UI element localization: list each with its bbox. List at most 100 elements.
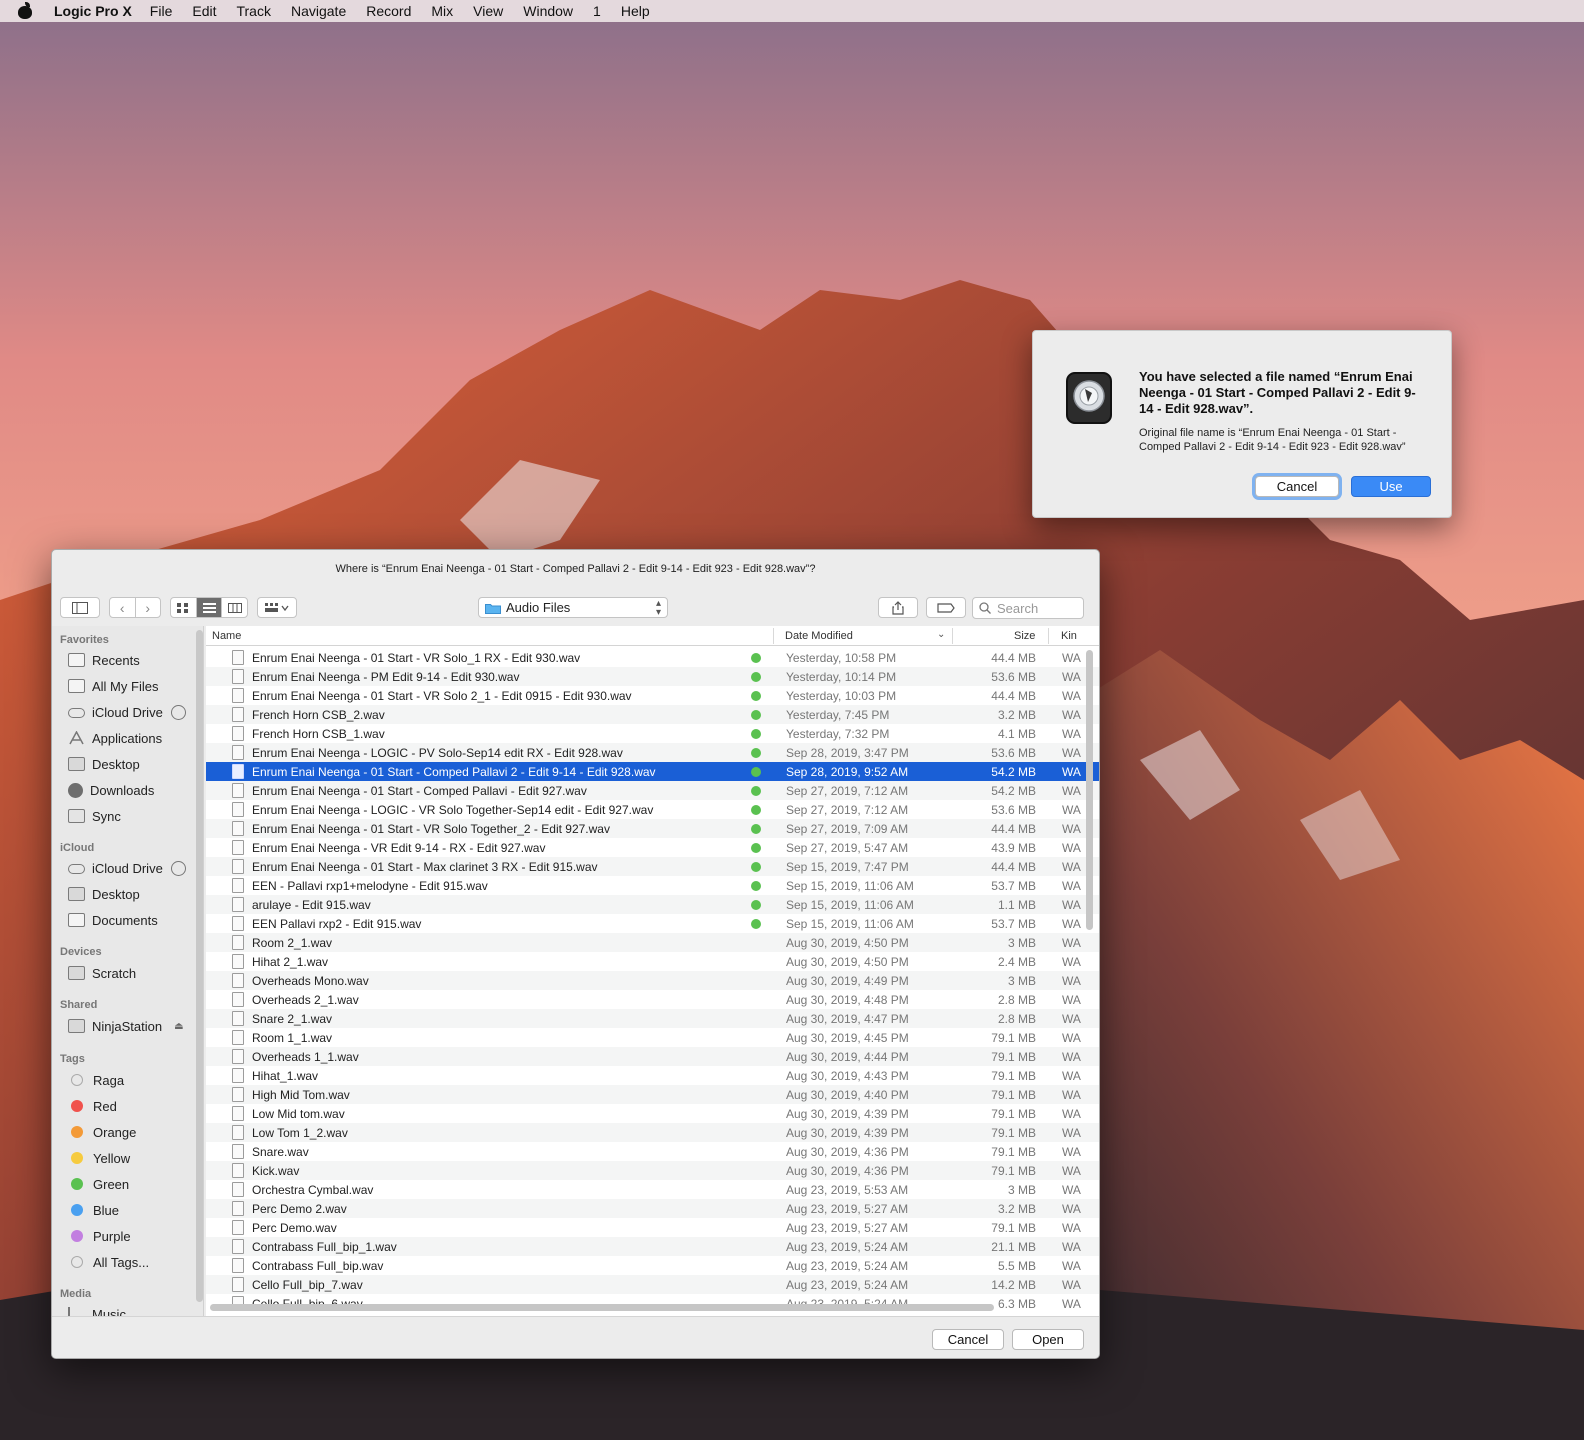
sidebar-tag-green[interactable]: Green: [68, 1174, 203, 1194]
table-row[interactable]: French Horn CSB_2.wav Yesterday, 7:45 PM 3…: [206, 705, 1099, 724]
column-view-button[interactable]: [222, 598, 247, 617]
sidebar-tag-red[interactable]: Red: [68, 1096, 203, 1116]
table-row[interactable]: Enrum Enai Neenga - 01 Start - VR Solo_1…: [206, 648, 1099, 667]
audio-file-icon: [232, 1277, 244, 1292]
sidebar-item-applications[interactable]: Applications: [68, 728, 203, 748]
column-divider[interactable]: [773, 628, 774, 644]
menu-1[interactable]: 1: [593, 3, 601, 19]
table-row[interactable]: Kick.wav Aug 30, 2019, 4:36 PM 79.1 MB WA: [206, 1161, 1099, 1180]
table-row[interactable]: Orchestra Cymbal.wav Aug 23, 2019, 5:53 A…: [206, 1180, 1099, 1199]
menu-track[interactable]: Track: [236, 3, 270, 19]
menu-window[interactable]: Window: [523, 3, 573, 19]
table-row[interactable]: Overheads 2_1.wav Aug 30, 2019, 4:48 PM 2.…: [206, 990, 1099, 1009]
table-row[interactable]: Enrum Enai Neenga - 01 Start - Comped Pa…: [206, 781, 1099, 800]
sidebar-item-icloud-desktop[interactable]: Desktop: [68, 884, 203, 904]
sidebar-item-downloads[interactable]: Downloads: [68, 780, 203, 800]
sidebar-tag-purple[interactable]: Purple: [68, 1226, 203, 1246]
sidebar-item-ninjastation[interactable]: NinjaStation ⏏: [68, 1016, 203, 1036]
back-button[interactable]: ‹: [110, 598, 136, 617]
icon-view-button[interactable]: [171, 598, 197, 617]
table-row[interactable]: Overheads 1_1.wav Aug 30, 2019, 4:44 PM 79…: [206, 1047, 1099, 1066]
table-row[interactable]: Low Mid tom.wav Aug 30, 2019, 4:39 PM 79.1…: [206, 1104, 1099, 1123]
column-header-date-modified[interactable]: Date Modified: [785, 630, 853, 642]
sidebar-item-sync[interactable]: Sync: [68, 806, 203, 826]
location-popup[interactable]: Audio Files ▴ ▾: [478, 597, 668, 618]
table-row[interactable]: Overheads Mono.wav Aug 30, 2019, 4:49 PM 3…: [206, 971, 1099, 990]
file-name: Room 2_1.wav: [252, 936, 333, 950]
column-divider[interactable]: [952, 628, 953, 644]
panel-open-button[interactable]: Open: [1012, 1329, 1084, 1350]
table-row[interactable]: Contrabass Full_bip_1.wav Aug 23, 2019, 5…: [206, 1237, 1099, 1256]
table-row[interactable]: Enrum Enai Neenga - 01 Start - VR Solo 2…: [206, 686, 1099, 705]
table-row-selected[interactable]: Enrum Enai Neenga - 01 Start - Comped Pa…: [206, 762, 1099, 781]
table-row[interactable]: High Mid Tom.wav Aug 30, 2019, 4:40 PM 79.…: [206, 1085, 1099, 1104]
sidebar-tag-all-tags[interactable]: All Tags...: [68, 1252, 203, 1272]
menu-help[interactable]: Help: [621, 3, 650, 19]
table-row[interactable]: Enrum Enai Neenga - PM Edit 9-14 - Edit …: [206, 667, 1099, 686]
sidebar-item-scratch[interactable]: Scratch: [68, 963, 203, 983]
menu-mix[interactable]: Mix: [431, 3, 453, 19]
menu-file[interactable]: File: [150, 3, 173, 19]
table-row[interactable]: Contrabass Full_bip.wav Aug 23, 2019, 5:2…: [206, 1256, 1099, 1275]
table-row[interactable]: Room 1_1.wav Aug 30, 2019, 4:45 PM 79.1 MB…: [206, 1028, 1099, 1047]
sidebar-tag-orange[interactable]: Orange: [68, 1122, 203, 1142]
sidebar-item-desktop[interactable]: Desktop: [68, 754, 203, 774]
sidebar-tag-yellow[interactable]: Yellow: [68, 1148, 203, 1168]
table-row[interactable]: Low Tom 1_2.wav Aug 30, 2019, 4:39 PM 79.1…: [206, 1123, 1099, 1142]
sidebar-item-music[interactable]: Music: [68, 1304, 203, 1316]
file-kind: WA: [1062, 803, 1081, 817]
tags-button[interactable]: [926, 597, 966, 618]
table-row[interactable]: Hihat_1.wav Aug 30, 2019, 4:43 PM 79.1 MB W…: [206, 1066, 1099, 1085]
share-button[interactable]: [878, 597, 918, 618]
arrange-button[interactable]: [257, 597, 297, 618]
alert-cancel-button[interactable]: Cancel: [1255, 476, 1339, 497]
table-row[interactable]: Enrum Enai Neenga - LOGIC - PV Solo-Sep1…: [206, 743, 1099, 762]
table-row[interactable]: Enrum Enai Neenga - 01 Start - VR Solo T…: [206, 819, 1099, 838]
table-row[interactable]: Snare.wav Aug 30, 2019, 4:36 PM 79.1 MB WA: [206, 1142, 1099, 1161]
sidebar-section-media: Media: [60, 1288, 92, 1300]
table-row[interactable]: Enrum Enai Neenga - 01 Start - Max clari…: [206, 857, 1099, 876]
audio-file-icon: [232, 688, 244, 703]
eject-icon[interactable]: ⏏: [174, 1021, 183, 1032]
table-row[interactable]: Cello Full_bip_7.wav Aug 23, 2019, 5:24 A…: [206, 1275, 1099, 1294]
menu-app-name[interactable]: Logic Pro X: [54, 3, 132, 19]
column-header-size[interactable]: Size: [1014, 630, 1035, 642]
menu-navigate[interactable]: Navigate: [291, 3, 346, 19]
table-row[interactable]: Enrum Enai Neenga - LOGIC - VR Solo Toge…: [206, 800, 1099, 819]
menu-record[interactable]: Record: [366, 3, 411, 19]
table-row[interactable]: EEN - Pallavi rxp1+melodyne - Edit 915.w…: [206, 876, 1099, 895]
audio-file-icon: [232, 764, 244, 779]
table-row[interactable]: arulaye - Edit 915.wav Sep 15, 2019, 11:0…: [206, 895, 1099, 914]
table-row[interactable]: Perc Demo 2.wav Aug 23, 2019, 5:27 AM 3.2 …: [206, 1199, 1099, 1218]
panel-cancel-button[interactable]: Cancel: [932, 1329, 1004, 1350]
list-view-button[interactable]: [196, 598, 223, 617]
table-row[interactable]: EEN Pallavi rxp2 - Edit 915.wav Sep 15, 2…: [206, 914, 1099, 933]
file-kind: WA: [1062, 765, 1081, 779]
table-row[interactable]: French Horn CSB_1.wav Yesterday, 7:32 PM 4…: [206, 724, 1099, 743]
table-row[interactable]: Room 2_1.wav Aug 30, 2019, 4:50 PM 3 MB WA: [206, 933, 1099, 952]
sidebar-item-all-my-files[interactable]: All My Files: [68, 676, 203, 696]
column-header-name[interactable]: Name: [212, 630, 241, 642]
sidebar-item-icloud-drive[interactable]: iCloud Drive: [68, 702, 203, 722]
vertical-scrollbar[interactable]: [1086, 650, 1093, 930]
sidebar-item-recents[interactable]: Recents: [68, 650, 203, 670]
sidebar-item-documents[interactable]: Documents: [68, 910, 203, 930]
table-row[interactable]: Perc Demo.wav Aug 23, 2019, 5:27 AM 79.1 M…: [206, 1218, 1099, 1237]
table-row[interactable]: Snare 2_1.wav Aug 30, 2019, 4:47 PM 2.8 MB…: [206, 1009, 1099, 1028]
menu-view[interactable]: View: [473, 3, 503, 19]
apple-icon[interactable]: [18, 2, 32, 19]
horizontal-scrollbar[interactable]: [210, 1304, 994, 1311]
sidebar-tag-raga[interactable]: Raga: [68, 1070, 203, 1090]
column-divider[interactable]: [1048, 628, 1049, 644]
sidebar-item-icloud-drive-2[interactable]: iCloud Drive: [68, 858, 203, 878]
alert-use-button[interactable]: Use: [1351, 476, 1431, 497]
table-row[interactable]: Enrum Enai Neenga - VR Edit 9-14 - RX - …: [206, 838, 1099, 857]
sidebar-tag-blue[interactable]: Blue: [68, 1200, 203, 1220]
sidebar-scrollbar[interactable]: [196, 630, 203, 1302]
forward-button[interactable]: ›: [136, 598, 161, 617]
search-field[interactable]: Search: [972, 597, 1084, 619]
table-row[interactable]: Hihat 2_1.wav Aug 30, 2019, 4:50 PM 2.4 MB…: [206, 952, 1099, 971]
sidebar-toggle-button[interactable]: [60, 597, 100, 618]
menu-edit[interactable]: Edit: [192, 3, 216, 19]
column-header-kind[interactable]: Kin: [1061, 630, 1077, 642]
